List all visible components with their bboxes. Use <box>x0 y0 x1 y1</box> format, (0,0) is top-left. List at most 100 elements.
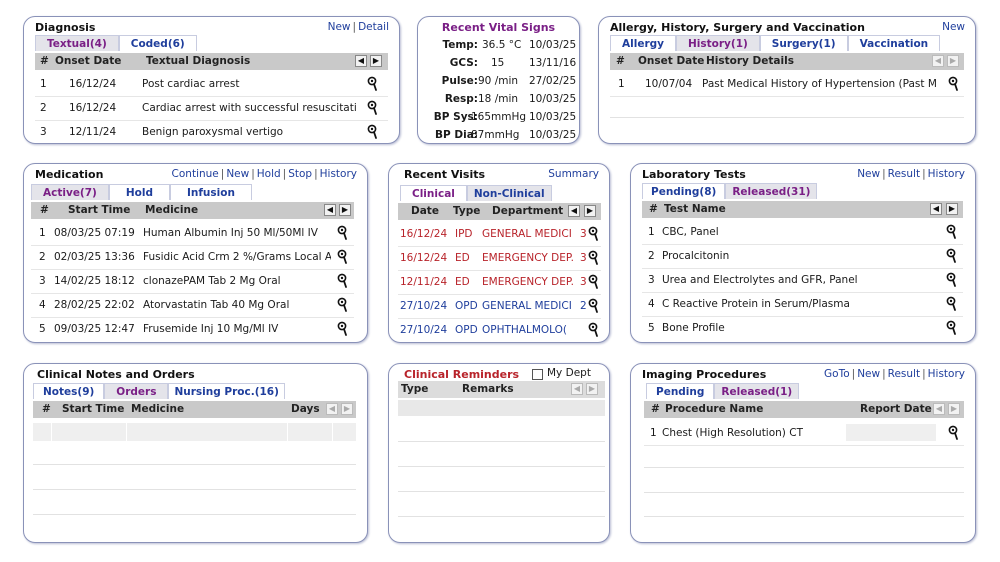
col-textual-diagnosis[interactable]: Textual Diagnosis <box>146 53 250 70</box>
tab-surgery[interactable]: Surgery(1) <box>759 35 848 51</box>
pin-icon[interactable] <box>946 248 958 264</box>
pin-icon[interactable] <box>367 76 379 92</box>
pin-icon[interactable] <box>367 100 379 116</box>
tab-coded[interactable]: Coded(6) <box>118 35 197 51</box>
col-history-details[interactable]: History Details <box>706 53 794 70</box>
imaging-history-link[interactable]: History <box>928 368 965 380</box>
medication-stop-link[interactable]: Stop <box>288 168 312 180</box>
pin-icon[interactable] <box>588 250 600 266</box>
col-start-time[interactable]: Start Time <box>62 401 124 418</box>
scroll-right-icon[interactable]: ▶ <box>584 205 596 217</box>
col-onset-date[interactable]: Onset Date <box>638 53 704 70</box>
tab-vaccination[interactable]: Vaccination <box>847 35 941 51</box>
tab-released[interactable]: Released(1) <box>714 383 800 399</box>
scroll-left-icon[interactable]: ◀ <box>932 55 944 67</box>
scroll-left-icon[interactable]: ◀ <box>933 403 945 415</box>
tab-non-clinical[interactable]: Non-Clinical <box>466 185 552 201</box>
scroll-right-icon[interactable]: ▶ <box>339 204 351 216</box>
lab-new-link[interactable]: New <box>857 168 880 180</box>
table-row[interactable]: 16/12/24 IPD GENERAL MEDICI 3 <box>398 222 601 247</box>
scroll-left-icon[interactable]: ◀ <box>324 204 336 216</box>
tab-notes[interactable]: Notes(9) <box>33 383 105 399</box>
col-procedure-name[interactable]: Procedure Name <box>665 401 763 418</box>
scroll-right-icon[interactable]: ▶ <box>947 55 959 67</box>
table-row[interactable]: 1 CBC, Panel <box>642 220 963 245</box>
tab-history[interactable]: History(1) <box>676 35 760 51</box>
pin-icon[interactable] <box>588 274 600 290</box>
col-onset-date[interactable]: Onset Date <box>55 53 121 70</box>
imaging-result-link[interactable]: Result <box>888 368 920 380</box>
pin-icon[interactable] <box>337 273 349 289</box>
col-medicine[interactable]: Medicine <box>145 202 198 219</box>
col-type[interactable]: Type <box>453 203 480 220</box>
pin-icon[interactable] <box>588 322 600 338</box>
medication-history-link[interactable]: History <box>320 168 357 180</box>
tab-orders[interactable]: Orders <box>104 383 169 399</box>
table-row[interactable]: 5 09/03/25 12:47 Frusemide Inj 10 Mg/Ml … <box>31 317 354 341</box>
pin-icon[interactable] <box>588 298 600 314</box>
tab-pending[interactable]: Pending <box>646 383 715 399</box>
table-row[interactable]: 12/11/24 ED EMERGENCY DEP. 3 <box>398 270 601 295</box>
pin-icon[interactable] <box>946 320 958 336</box>
col-department[interactable]: Department <box>492 203 563 220</box>
tab-pending[interactable]: Pending(8) <box>642 183 726 199</box>
tab-hold[interactable]: Hold <box>108 184 170 200</box>
diagnosis-detail-link[interactable]: Detail <box>358 21 389 33</box>
table-row[interactable]: 16/12/24 ED EMERGENCY DEP. 3 <box>398 246 601 271</box>
tab-allergy[interactable]: Allergy <box>610 35 676 51</box>
medication-new-link[interactable]: New <box>226 168 249 180</box>
pin-icon[interactable] <box>946 272 958 288</box>
scroll-left-icon[interactable]: ◀ <box>355 55 367 67</box>
pin-icon[interactable] <box>337 297 349 313</box>
pin-icon[interactable] <box>337 249 349 265</box>
tab-clinical[interactable]: Clinical <box>400 185 467 201</box>
table-row[interactable]: 2 16/12/24 Cardiac arrest with successfu… <box>35 96 388 121</box>
visits-summary-link[interactable]: Summary <box>548 168 599 180</box>
pin-icon[interactable] <box>588 226 600 242</box>
table-row[interactable]: 5 Bone Profile <box>642 316 963 340</box>
table-row[interactable]: 3 14/02/25 18:12 clonazePAM Tab 2 Mg Ora… <box>31 269 354 294</box>
pin-icon[interactable] <box>948 76 960 92</box>
imaging-new-link[interactable]: New <box>857 368 880 380</box>
table-row[interactable]: 1 08/03/25 07:19 Human Albumin Inj 50 Ml… <box>31 221 354 246</box>
col-type[interactable]: Type <box>401 381 428 398</box>
tab-infusion[interactable]: Infusion <box>169 184 252 200</box>
scroll-left-icon[interactable]: ◀ <box>568 205 580 217</box>
table-row[interactable]: 3 Urea and Electrolytes and GFR, Panel <box>642 268 963 293</box>
col-test-name[interactable]: Test Name <box>664 201 726 218</box>
scroll-right-icon[interactable]: ▶ <box>341 403 353 415</box>
table-row[interactable]: 27/10/24 OPD GENERAL MEDICI 2 <box>398 294 601 319</box>
my-dept-checkbox[interactable] <box>532 369 543 380</box>
lab-history-link[interactable]: History <box>928 168 965 180</box>
scroll-right-icon[interactable]: ▶ <box>946 203 958 215</box>
diagnosis-new-link[interactable]: New <box>328 21 351 33</box>
pin-icon[interactable] <box>337 225 349 241</box>
table-row[interactable]: 1 Chest (High Resolution) CT <box>644 421 964 446</box>
pin-icon[interactable] <box>946 224 958 240</box>
table-row[interactable]: 27/10/24 OPD OPHTHALMOLO( <box>398 318 601 342</box>
table-row[interactable]: 2 02/03/25 13:36 Fusidic Acid Crm 2 %/Gr… <box>31 245 354 270</box>
table-row[interactable]: 2 Procalcitonin <box>642 244 963 269</box>
tab-nursing-proc[interactable]: Nursing Proc.(16) <box>168 383 285 399</box>
table-row[interactable]: 4 C Reactive Protein in Serum/Plasma <box>642 292 963 317</box>
table-row[interactable]: 3 12/11/24 Benign paroxysmal vertigo <box>35 120 388 143</box>
lab-result-link[interactable]: Result <box>888 168 920 180</box>
table-row[interactable]: 4 28/02/25 22:02 Atorvastatin Tab 40 Mg … <box>31 293 354 318</box>
scroll-right-icon[interactable]: ▶ <box>948 403 960 415</box>
col-medicine[interactable]: Medicine <box>131 401 184 418</box>
scroll-left-icon[interactable]: ◀ <box>930 203 942 215</box>
table-row[interactable]: 1 10/07/04 Past Medical History of Hyper… <box>610 72 964 97</box>
col-start-time[interactable]: Start Time <box>68 202 130 219</box>
tab-active[interactable]: Active(7) <box>31 184 109 200</box>
pin-icon[interactable] <box>367 124 379 140</box>
tab-textual[interactable]: Textual(4) <box>35 35 119 51</box>
col-remarks[interactable]: Remarks <box>462 381 514 398</box>
allergy-new-link[interactable]: New <box>942 21 965 33</box>
col-report-date[interactable]: Report Date <box>860 401 932 418</box>
tab-released[interactable]: Released(31) <box>725 183 818 199</box>
col-days[interactable]: Days <box>291 401 320 418</box>
scroll-left-icon[interactable]: ◀ <box>571 383 583 395</box>
scroll-right-icon[interactable]: ▶ <box>370 55 382 67</box>
scroll-left-icon[interactable]: ◀ <box>326 403 338 415</box>
medication-hold-link[interactable]: Hold <box>257 168 281 180</box>
